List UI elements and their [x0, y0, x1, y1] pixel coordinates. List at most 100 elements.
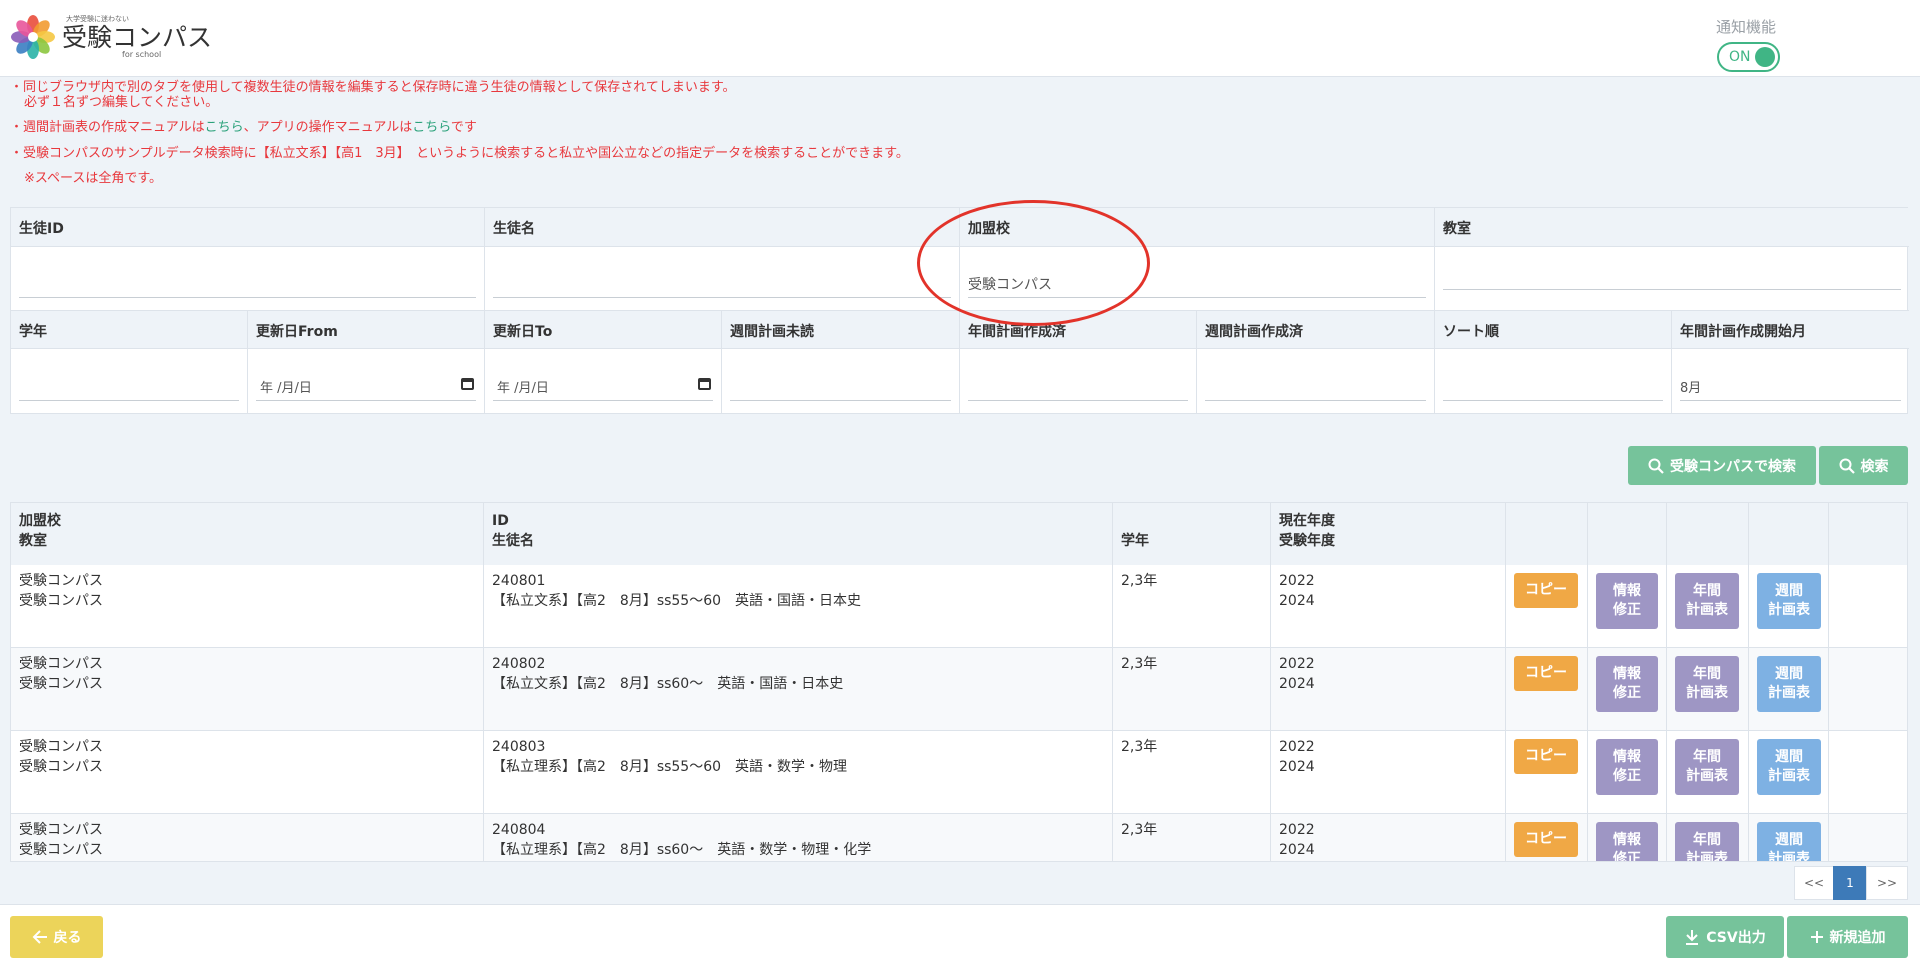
annual-plan-button[interactable]: 年間 計画表	[1675, 573, 1739, 629]
cell-school-classroom: 受験コンパス 受験コンパス	[11, 731, 484, 813]
annual-plan-button[interactable]: 年間 計画表	[1675, 739, 1739, 795]
weekly-plan-button[interactable]: 週間 計画表	[1757, 656, 1821, 712]
edit-info-button[interactable]: 情報 修正	[1596, 739, 1658, 795]
header-weekly	[1749, 503, 1829, 565]
edit-info-button[interactable]: 情報 修正	[1596, 822, 1658, 861]
back-button[interactable]: 戻る	[10, 916, 103, 958]
label-student-name: 生徒名	[485, 208, 960, 247]
row-year: 2022	[1279, 573, 1315, 589]
copy-button[interactable]: コピー	[1514, 822, 1578, 857]
pagination-next[interactable]: >>	[1866, 866, 1908, 900]
back-label: 戻る	[53, 930, 82, 946]
updated-to-date-input[interactable]: 年 /月/日	[493, 371, 713, 401]
student-id-input[interactable]	[19, 268, 476, 298]
sort-order-select[interactable]	[1443, 371, 1663, 401]
search-label: 検索	[1860, 458, 1889, 475]
student-name-input[interactable]	[493, 268, 951, 298]
edit-info-line1: 情報	[1613, 832, 1641, 848]
row-year: 2022	[1279, 739, 1315, 755]
cell-school-classroom: 受験コンパス 受験コンパス	[11, 814, 484, 861]
notice-line-3b: ※スペースは全角です。	[24, 171, 163, 186]
annual-created-select[interactable]	[968, 371, 1188, 401]
row-grade: 2,3年	[1113, 565, 1271, 647]
logo[interactable]: 大学受験に迷わない 受験コンパス for school	[10, 14, 212, 60]
classroom-input[interactable]	[1443, 260, 1901, 290]
cell-school-classroom: 受験コンパス 受験コンパス	[11, 565, 484, 647]
weekly-plan-line2: 計画表	[1768, 602, 1810, 618]
csv-export-label: CSV出力	[1706, 930, 1766, 946]
weekly-created-select[interactable]	[1205, 371, 1426, 401]
cell-annual: 年間 計画表	[1667, 648, 1749, 730]
row-year: 2022	[1279, 656, 1315, 672]
weekly-plan-button[interactable]: 週間 計画表	[1757, 739, 1821, 795]
weekly-plan-line2: 計画表	[1768, 685, 1810, 701]
arrow-left-icon	[32, 930, 47, 944]
row-name: 【私立理系】【高2 8月】ss60～ 英語・数学・物理・化学	[492, 842, 872, 858]
school-input[interactable]: 受験コンパス	[968, 268, 1426, 298]
cell-annual: 年間 計画表	[1667, 731, 1749, 813]
row-grade: 2,3年	[1113, 648, 1271, 730]
annual-plan-button[interactable]: 年間 計画表	[1675, 656, 1739, 712]
cell-years: 2022 2024	[1271, 814, 1506, 861]
annual-plan-line2: 計画表	[1686, 851, 1728, 862]
edit-info-button[interactable]: 情報 修正	[1596, 573, 1658, 629]
download-icon	[1686, 930, 1699, 945]
classroom-cell	[1435, 247, 1909, 310]
label-grade: 学年	[11, 310, 248, 349]
row-school: 受験コンパス	[19, 822, 103, 838]
cell-id-name: 240801 【私立文系】【高2 8月】ss55～60 英語・国語・日本史	[484, 565, 1113, 647]
label-annual-created: 年間計画作成済	[960, 310, 1197, 349]
add-new-button[interactable]: 新規追加	[1787, 916, 1908, 958]
weekly-plan-line1: 週間	[1775, 583, 1803, 599]
row-exam-year: 2024	[1279, 759, 1315, 775]
row-year: 2022	[1279, 822, 1315, 838]
app-header: 大学受験に迷わない 受験コンパス for school 通知機能 ON	[0, 0, 1920, 77]
updated-from-date-input[interactable]: 年 /月/日	[256, 371, 476, 401]
grade-select[interactable]	[19, 371, 239, 401]
cell-years: 2022 2024	[1271, 648, 1506, 730]
annual-plan-line1: 年間	[1693, 583, 1721, 599]
notice-line-2: ・週間計画表の作成マニュアルはこちら、アプリの操作マニュアルはこちらです	[10, 120, 477, 136]
plus-icon	[1810, 931, 1823, 943]
updated-to-cell: 年 /月/日	[485, 349, 722, 413]
search-button[interactable]: 検索	[1819, 446, 1908, 485]
weekly-plan-button[interactable]: 週間 計画表	[1757, 822, 1821, 861]
label-weekly-unread: 週間計画未読	[722, 310, 960, 349]
compass-search-label: 受験コンパスで検索	[1670, 458, 1796, 475]
row-classroom: 受験コンパス	[19, 676, 103, 692]
copy-button[interactable]: コピー	[1514, 739, 1578, 774]
annual-plan-button[interactable]: 年間 計画表	[1675, 822, 1739, 862]
annual-plan-line1: 年間	[1693, 832, 1721, 848]
notify-label: 通知機能	[1716, 18, 1777, 36]
logo-name: 受験コンパス	[62, 22, 213, 52]
manual-link-weekly[interactable]: こちら	[205, 120, 244, 135]
search-panel: 生徒ID 生徒名 加盟校 教室 受験コンパス 学年 更新日From 更新日To …	[10, 207, 1909, 414]
weekly-plan-button[interactable]: 週間 計画表	[1757, 573, 1821, 629]
notice-line-1b: 必ず１名ずつ編集してください。	[24, 95, 219, 110]
weekly-plan-line1: 週間	[1775, 832, 1803, 848]
cell-annual: 年間 計画表	[1667, 565, 1749, 647]
compass-search-button[interactable]: 受験コンパスで検索	[1628, 446, 1816, 485]
edit-info-button[interactable]: 情報 修正	[1596, 656, 1658, 712]
copy-button[interactable]: コピー	[1514, 656, 1578, 691]
row-id: 240803	[492, 739, 546, 755]
copy-button[interactable]: コピー	[1514, 573, 1578, 608]
weekly-unread-select[interactable]	[730, 371, 951, 401]
pagination-prev[interactable]: <<	[1794, 866, 1834, 900]
search-icon	[1648, 458, 1664, 474]
header-name: 生徒名	[492, 533, 534, 549]
calendar-icon[interactable]	[461, 378, 474, 390]
table-row: 受験コンパス 受験コンパス 240802 【私立文系】【高2 8月】ss60～ 英語…	[11, 648, 1907, 731]
pagination-current[interactable]: 1	[1833, 866, 1867, 900]
annual-plan-line1: 年間	[1693, 749, 1721, 765]
notify-toggle[interactable]: ON	[1717, 42, 1780, 72]
notice-line-2-c: です	[450, 120, 477, 135]
calendar-icon[interactable]	[698, 378, 711, 390]
annual-start-month-select[interactable]: 8月	[1680, 371, 1901, 401]
notify-toggle-state: ON	[1729, 49, 1751, 65]
label-classroom: 教室	[1435, 208, 1909, 247]
csv-export-button[interactable]: CSV出力	[1666, 916, 1784, 958]
manual-link-app[interactable]: こちら	[412, 120, 451, 135]
cell-weekly: 週間 計画表	[1749, 565, 1829, 647]
table-row: 受験コンパス 受験コンパス 240801 【私立文系】【高2 8月】ss55～60 …	[11, 565, 1907, 648]
